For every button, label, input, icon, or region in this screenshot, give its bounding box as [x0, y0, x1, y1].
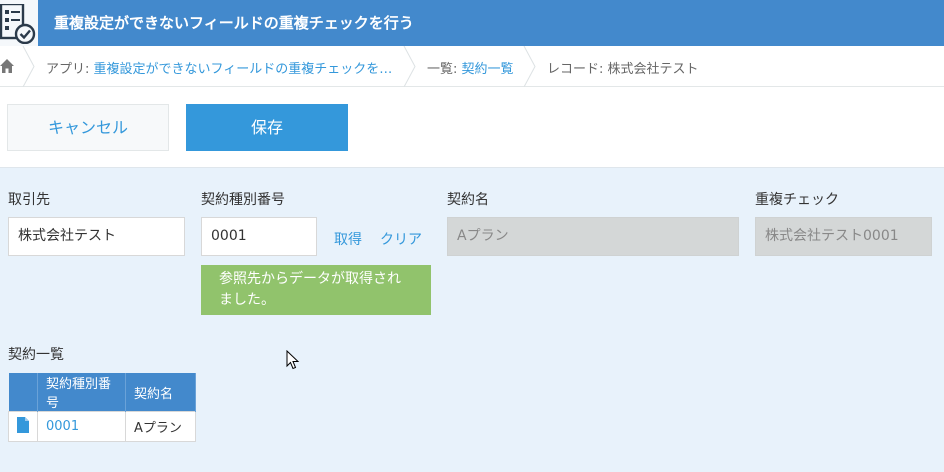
app-title: 重複設定ができないフィールドの重複チェックを行う — [54, 14, 414, 32]
lookup-success-notice: 参照先からデータが取得されました。 — [201, 265, 431, 315]
customer-input[interactable]: 株式会社テスト — [8, 217, 185, 256]
contract-list-table: 契約種別番号 契約名 0001 Aプラン — [8, 373, 196, 442]
breadcrumb-app-prefix: アプリ: — [46, 62, 94, 77]
breadcrumb-app-link[interactable]: 重複設定ができないフィールドの重複チェックを… — [94, 62, 393, 77]
table-header-icon-col — [8, 373, 38, 412]
record-check-icon — [0, 4, 36, 44]
breadcrumb-separator-icon — [403, 46, 416, 87]
breadcrumb-separator-icon — [523, 46, 536, 87]
table-cell-number[interactable]: 0001 — [37, 411, 126, 442]
app-header: 重複設定ができないフィールドの重複チェックを行う — [0, 0, 944, 46]
mouse-cursor-icon — [286, 350, 300, 370]
toolbar: キャンセル 保存 — [0, 87, 944, 168]
document-icon[interactable] — [17, 416, 29, 433]
save-button[interactable]: 保存 — [186, 104, 348, 151]
clear-button[interactable]: クリア — [380, 229, 422, 249]
breadcrumb-list-prefix: 一覧: — [427, 62, 462, 77]
table-header-row: 契約種別番号 契約名 — [8, 373, 196, 412]
breadcrumb: アプリ: 重複設定ができないフィールドの重複チェックを… 一覧: 契約一覧 レコ… — [0, 46, 944, 87]
table-header-name: 契約名 — [125, 373, 196, 412]
table-row-icon-cell[interactable] — [8, 411, 38, 442]
contract-name-label: 契約名 — [447, 192, 489, 208]
duplicate-check-label: 重複チェック — [755, 192, 839, 208]
contract-list-label: 契約一覧 — [8, 347, 64, 363]
cancel-button[interactable]: キャンセル — [7, 104, 169, 151]
fetch-button[interactable]: 取得 — [334, 229, 362, 249]
contract-type-no-label: 契約種別番号 — [201, 192, 285, 208]
contract-name-field: Aプラン — [447, 217, 739, 256]
table-row: 0001 Aプラン — [8, 411, 196, 442]
record-number-link[interactable]: 0001 — [46, 419, 79, 434]
home-icon[interactable] — [0, 58, 14, 74]
table-cell-name: Aプラン — [125, 411, 196, 442]
app-icon — [0, 0, 38, 46]
breadcrumb-app: アプリ: 重複設定ができないフィールドの重複チェックを… — [46, 58, 392, 77]
breadcrumb-separator-icon — [22, 46, 35, 87]
customer-label: 取引先 — [8, 192, 50, 208]
duplicate-check-field: 株式会社テスト0001 — [755, 217, 932, 256]
breadcrumb-list: 一覧: 契約一覧 — [427, 58, 514, 77]
table-header-number: 契約種別番号 — [37, 373, 126, 412]
breadcrumb-record: レコード: 株式会社テスト — [547, 62, 699, 77]
contract-type-no-input[interactable]: 0001 — [201, 217, 317, 256]
breadcrumb-list-link[interactable]: 契約一覧 — [462, 62, 514, 77]
